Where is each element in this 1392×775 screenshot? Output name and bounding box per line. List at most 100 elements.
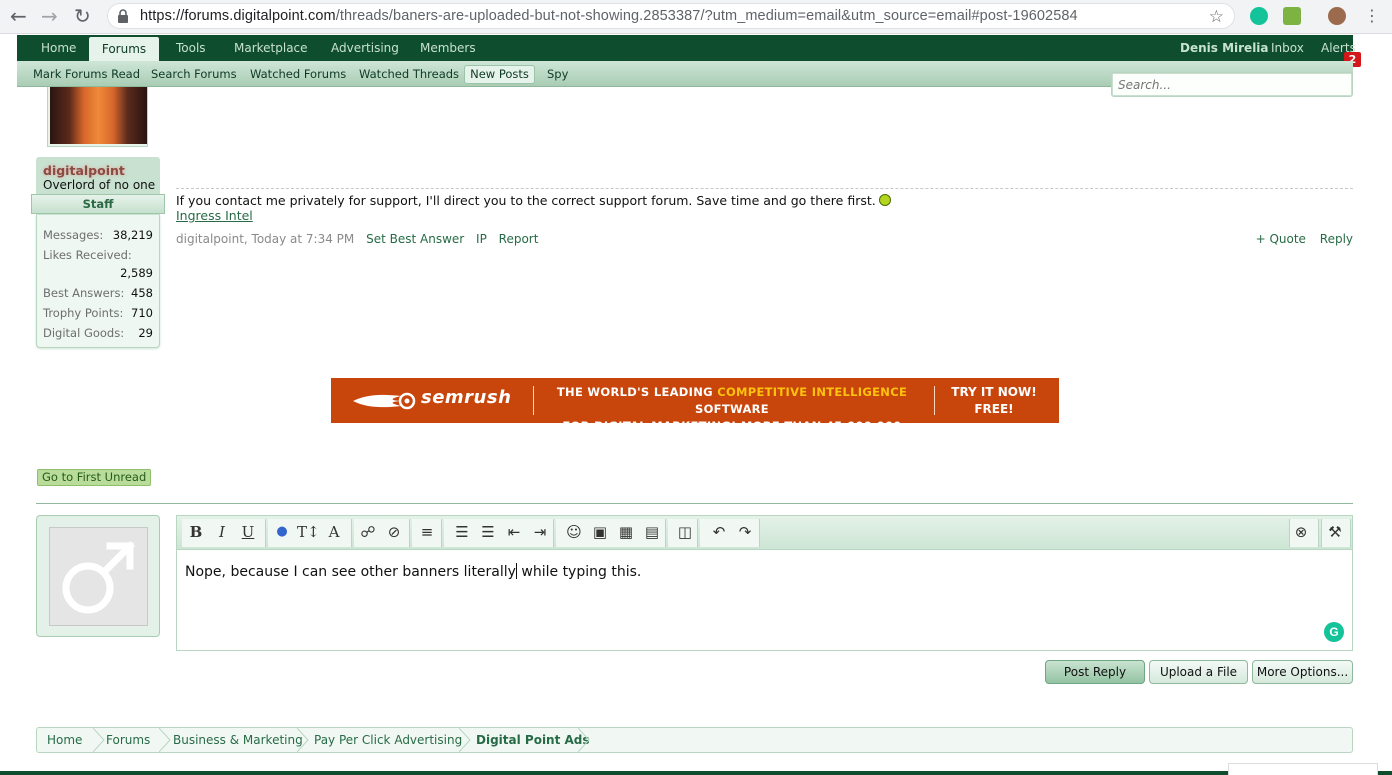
address-bar[interactable]: https://forums.digitalpoint.com/threads/…	[107, 3, 1235, 29]
reply-link[interactable]: Reply	[1320, 232, 1353, 246]
nav-user[interactable]: Denis Mirelia	[1180, 35, 1269, 61]
outdent-icon[interactable]: ⇤	[503, 521, 525, 543]
bullet-list-icon[interactable]: ☰	[451, 521, 473, 543]
default-avatar[interactable]	[49, 527, 148, 626]
stat-value[interactable]: 38,219	[113, 228, 153, 242]
forward-icon[interactable]: →	[41, 5, 58, 27]
semrush-logo-text: semrush	[421, 387, 512, 408]
back-icon[interactable]: ←	[10, 5, 27, 27]
nav-forums[interactable]: Forums	[89, 37, 159, 61]
unlink-icon[interactable]: ⊘	[383, 521, 405, 543]
breadcrumb-chevron-icon	[159, 728, 171, 752]
male-symbol-icon	[62, 541, 135, 614]
nav-advertising[interactable]: Advertising	[331, 35, 399, 61]
more-options-button[interactable]: More Options...	[1252, 660, 1353, 684]
bookmark-star-icon[interactable]: ☆	[1209, 7, 1224, 27]
stat-value[interactable]: 458	[131, 286, 153, 300]
stat-value[interactable]: 710	[131, 306, 153, 320]
poster-avatar[interactable]	[50, 87, 147, 144]
save-draft-icon[interactable]: ◫	[674, 521, 696, 543]
stat-value: 2,589	[120, 266, 153, 280]
quote-icon[interactable]: ▤	[641, 521, 663, 543]
grammarly-extension-icon[interactable]	[1250, 7, 1268, 25]
post-reply-button[interactable]: Post Reply	[1045, 660, 1145, 684]
nav-marketplace[interactable]: Marketplace	[234, 35, 308, 61]
menu-icon[interactable]: ⋮	[1364, 5, 1380, 27]
banner-separator	[533, 386, 534, 415]
bold-icon[interactable]: B	[185, 521, 207, 543]
subnav-spy[interactable]: Spy	[547, 61, 568, 87]
remove-format-icon[interactable]: ⊗	[1290, 521, 1312, 543]
footer-bar	[0, 771, 1392, 775]
number-list-icon[interactable]: ☰	[477, 521, 499, 543]
link-icon[interactable]: ☍	[357, 521, 379, 543]
italic-icon[interactable]: I	[211, 521, 233, 543]
upload-file-button[interactable]: Upload a File	[1149, 660, 1248, 684]
media-icon[interactable]: ▦	[615, 521, 637, 543]
nav-members[interactable]: Members	[420, 35, 476, 61]
subnav-new-posts[interactable]: New Posts	[464, 65, 535, 84]
subnav-search-forums[interactable]: Search Forums	[151, 61, 237, 87]
ip-link[interactable]: IP	[476, 232, 487, 246]
set-best-answer-link[interactable]: Set Best Answer	[366, 232, 464, 246]
subnav-watched-forums[interactable]: Watched Forums	[250, 61, 346, 87]
banner-tagline: THE WORLD'S LEADING COMPETITIVE INTELLIG…	[556, 385, 908, 450]
breadcrumb-chevron-icon	[578, 728, 590, 752]
breadcrumb-digital-point-ads[interactable]: Digital Point Ads	[476, 728, 590, 752]
reply-user-avatar	[36, 515, 160, 637]
signature-link[interactable]: Ingress Intel	[176, 208, 253, 223]
indent-icon[interactable]: ⇥	[529, 521, 551, 543]
editor-toolbar: B I U ● T↕ A ☍ ⊘ ≡ ☰ ☰ ⇤ ⇥ ☺ ▣ ▦ ▤ ◫ ↶ ↷…	[177, 516, 1352, 550]
breadcrumb-chevron-icon	[297, 728, 309, 752]
breadcrumb-chevron-icon	[93, 728, 105, 752]
align-icon[interactable]: ≡	[416, 521, 438, 543]
post-actions: + Quote Reply	[1256, 232, 1353, 246]
nav-tools[interactable]: Tools	[176, 35, 206, 61]
underline-icon[interactable]: U	[237, 521, 259, 543]
subnav-watched-threads[interactable]: Watched Threads	[359, 61, 459, 87]
poster-stats: Messages: 38,219 Likes Received: 2,589 B…	[36, 215, 160, 348]
report-link[interactable]: Report	[499, 232, 539, 246]
breadcrumb: Home Forums Business & Marketing Pay Per…	[36, 727, 1353, 753]
toggle-bbcode-icon[interactable]: ⚒	[1324, 521, 1346, 543]
nav-home[interactable]: Home	[41, 35, 76, 61]
profile-avatar[interactable]	[1328, 7, 1346, 25]
browser-toolbar: ← → ↻ https://forums.digitalpoint.com/th…	[0, 0, 1392, 34]
quote-link[interactable]: + Quote	[1256, 232, 1306, 246]
go-to-first-unread-button[interactable]: Go to First Unread	[37, 469, 152, 486]
subnav-mark-forums-read[interactable]: Mark Forums Read	[33, 61, 140, 87]
smilie-icon[interactable]: ☺	[563, 521, 585, 543]
search-input[interactable]	[1112, 73, 1352, 96]
post-author-time[interactable]: digitalpoint, Today at 7:34 PM	[176, 232, 354, 246]
post-meta: digitalpoint, Today at 7:34 PM Set Best …	[176, 232, 538, 246]
stat-label: Best Answers:	[43, 286, 125, 300]
message-user-info: digitalpoint Overlord of no one Staff Me…	[31, 87, 165, 348]
nav-inbox[interactable]: Inbox	[1271, 35, 1304, 61]
breadcrumb-home[interactable]: Home	[47, 728, 82, 752]
search-box	[1111, 72, 1353, 97]
image-icon[interactable]: ▣	[589, 521, 611, 543]
color-icon[interactable]: ●	[271, 521, 293, 543]
poster-user-title: Overlord of no one	[43, 178, 156, 192]
font-family-icon[interactable]: A	[323, 521, 345, 543]
breadcrumb-forums[interactable]: Forums	[106, 728, 150, 752]
grammarly-icon[interactable]: G	[1324, 622, 1344, 642]
redo-icon[interactable]: ↷	[734, 521, 756, 543]
smiley-icon	[878, 194, 891, 206]
breadcrumb-ppc-advertising[interactable]: Pay Per Click Advertising	[314, 728, 462, 752]
undo-icon[interactable]: ↶	[708, 521, 730, 543]
poster-username[interactable]: digitalpoint	[43, 163, 125, 178]
font-size-icon[interactable]: T↕	[297, 521, 320, 543]
reload-icon[interactable]: ↻	[74, 5, 91, 27]
extension-icon[interactable]	[1283, 7, 1301, 25]
corner-widget	[1228, 763, 1378, 775]
url-text: https://forums.digitalpoint.com/threads/…	[140, 8, 1078, 24]
banner-cta: TRY IT NOW! FREE!	[951, 385, 1037, 416]
semrush-banner-ad[interactable]: semrush THE WORLD'S LEADING COMPETITIVE …	[331, 378, 1059, 450]
editor-content[interactable]: Nope, because I can see other banners li…	[185, 563, 641, 580]
stat-label: Digital Goods:	[43, 326, 125, 340]
stat-value[interactable]: 29	[138, 326, 153, 340]
section-divider	[36, 503, 1353, 504]
signature-divider	[176, 188, 1353, 189]
breadcrumb-business-marketing[interactable]: Business & Marketing	[173, 728, 303, 752]
